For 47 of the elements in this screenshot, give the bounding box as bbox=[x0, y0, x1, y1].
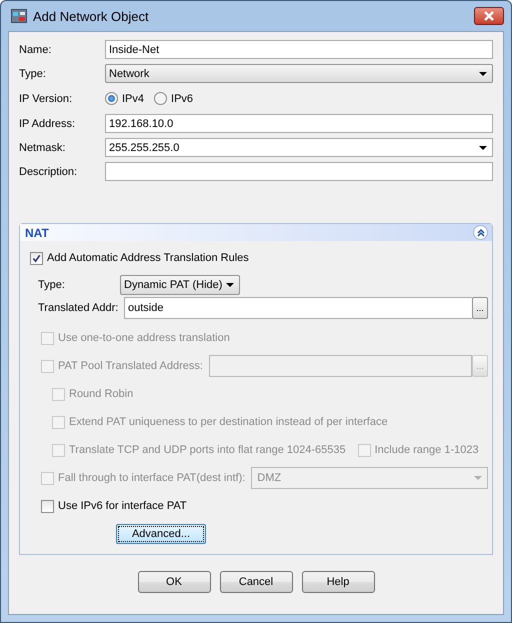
network-icon bbox=[11, 8, 27, 24]
caret-icon bbox=[226, 283, 234, 287]
input-field[interactable]: Inside-Net bbox=[105, 40, 493, 59]
chevron-icon bbox=[476, 228, 486, 238]
checkbox-label: Add Automatic Address Translation Rules bbox=[47, 252, 249, 264]
checkbox-label: Use one-to-one address translation bbox=[58, 332, 230, 344]
field-label: Translated Addr: bbox=[38, 302, 120, 314]
radio-label: IPv4 bbox=[122, 92, 144, 104]
close-button[interactable] bbox=[474, 7, 504, 25]
checkbox-label: Include range 1-1023 bbox=[374, 444, 479, 456]
window-title: Add Network Object bbox=[33, 8, 149, 24]
checkbox-label: Extend PAT uniqueness to per destination instead of per interface bbox=[69, 416, 388, 428]
caret-icon bbox=[479, 146, 487, 150]
checkbox[interactable] bbox=[41, 500, 54, 512]
radio-label: IPv6 bbox=[171, 92, 194, 104]
type-dropdown[interactable]: Dynamic PAT (Hide) bbox=[120, 275, 240, 295]
close-icon bbox=[483, 11, 495, 21]
checkbox-label: Translate TCP and UDP ports into flat range 1024-65535 bbox=[69, 444, 346, 456]
advanced-button[interactable]: Advanced... bbox=[116, 524, 206, 544]
radio-button[interactable] bbox=[105, 92, 118, 105]
checkbox-label: Round Robin bbox=[69, 388, 134, 400]
field-label: IP Version: bbox=[19, 92, 73, 104]
checkbox-label: PAT Pool Translated Address: bbox=[58, 360, 203, 372]
collapse-button[interactable] bbox=[473, 225, 488, 240]
dialog-button[interactable]: OK bbox=[138, 571, 210, 593]
section-title: NAT bbox=[25, 226, 49, 240]
netmask-combo[interactable]: 255.255.255.0 bbox=[105, 138, 493, 157]
type-dropdown[interactable]: Network bbox=[105, 64, 493, 83]
caret-icon bbox=[474, 476, 482, 480]
input-field[interactable]: 192.168.10.0 bbox=[105, 114, 493, 133]
field-label: Netmask: bbox=[19, 142, 66, 154]
field-label: Type: bbox=[19, 68, 47, 80]
input-field[interactable] bbox=[208, 355, 472, 377]
input-field[interactable] bbox=[105, 162, 493, 181]
dialog-button[interactable]: Help bbox=[302, 571, 374, 593]
field-label: Description: bbox=[19, 166, 78, 178]
checkbox-label: Fall through to interface PAT(dest intf): bbox=[58, 472, 246, 484]
dialog-button[interactable]: Cancel bbox=[220, 571, 292, 593]
browse-button[interactable]: ... bbox=[472, 297, 488, 319]
caret-icon bbox=[479, 72, 487, 76]
field-label: Type: bbox=[38, 279, 66, 291]
checkbox-label: Use IPv6 for interface PAT bbox=[58, 500, 187, 512]
field-label: Name: bbox=[19, 44, 52, 56]
checkbox[interactable] bbox=[30, 252, 43, 264]
radio-button[interactable] bbox=[154, 92, 168, 105]
input-field[interactable]: outside bbox=[124, 297, 472, 319]
field-label: IP Address: bbox=[19, 118, 76, 130]
